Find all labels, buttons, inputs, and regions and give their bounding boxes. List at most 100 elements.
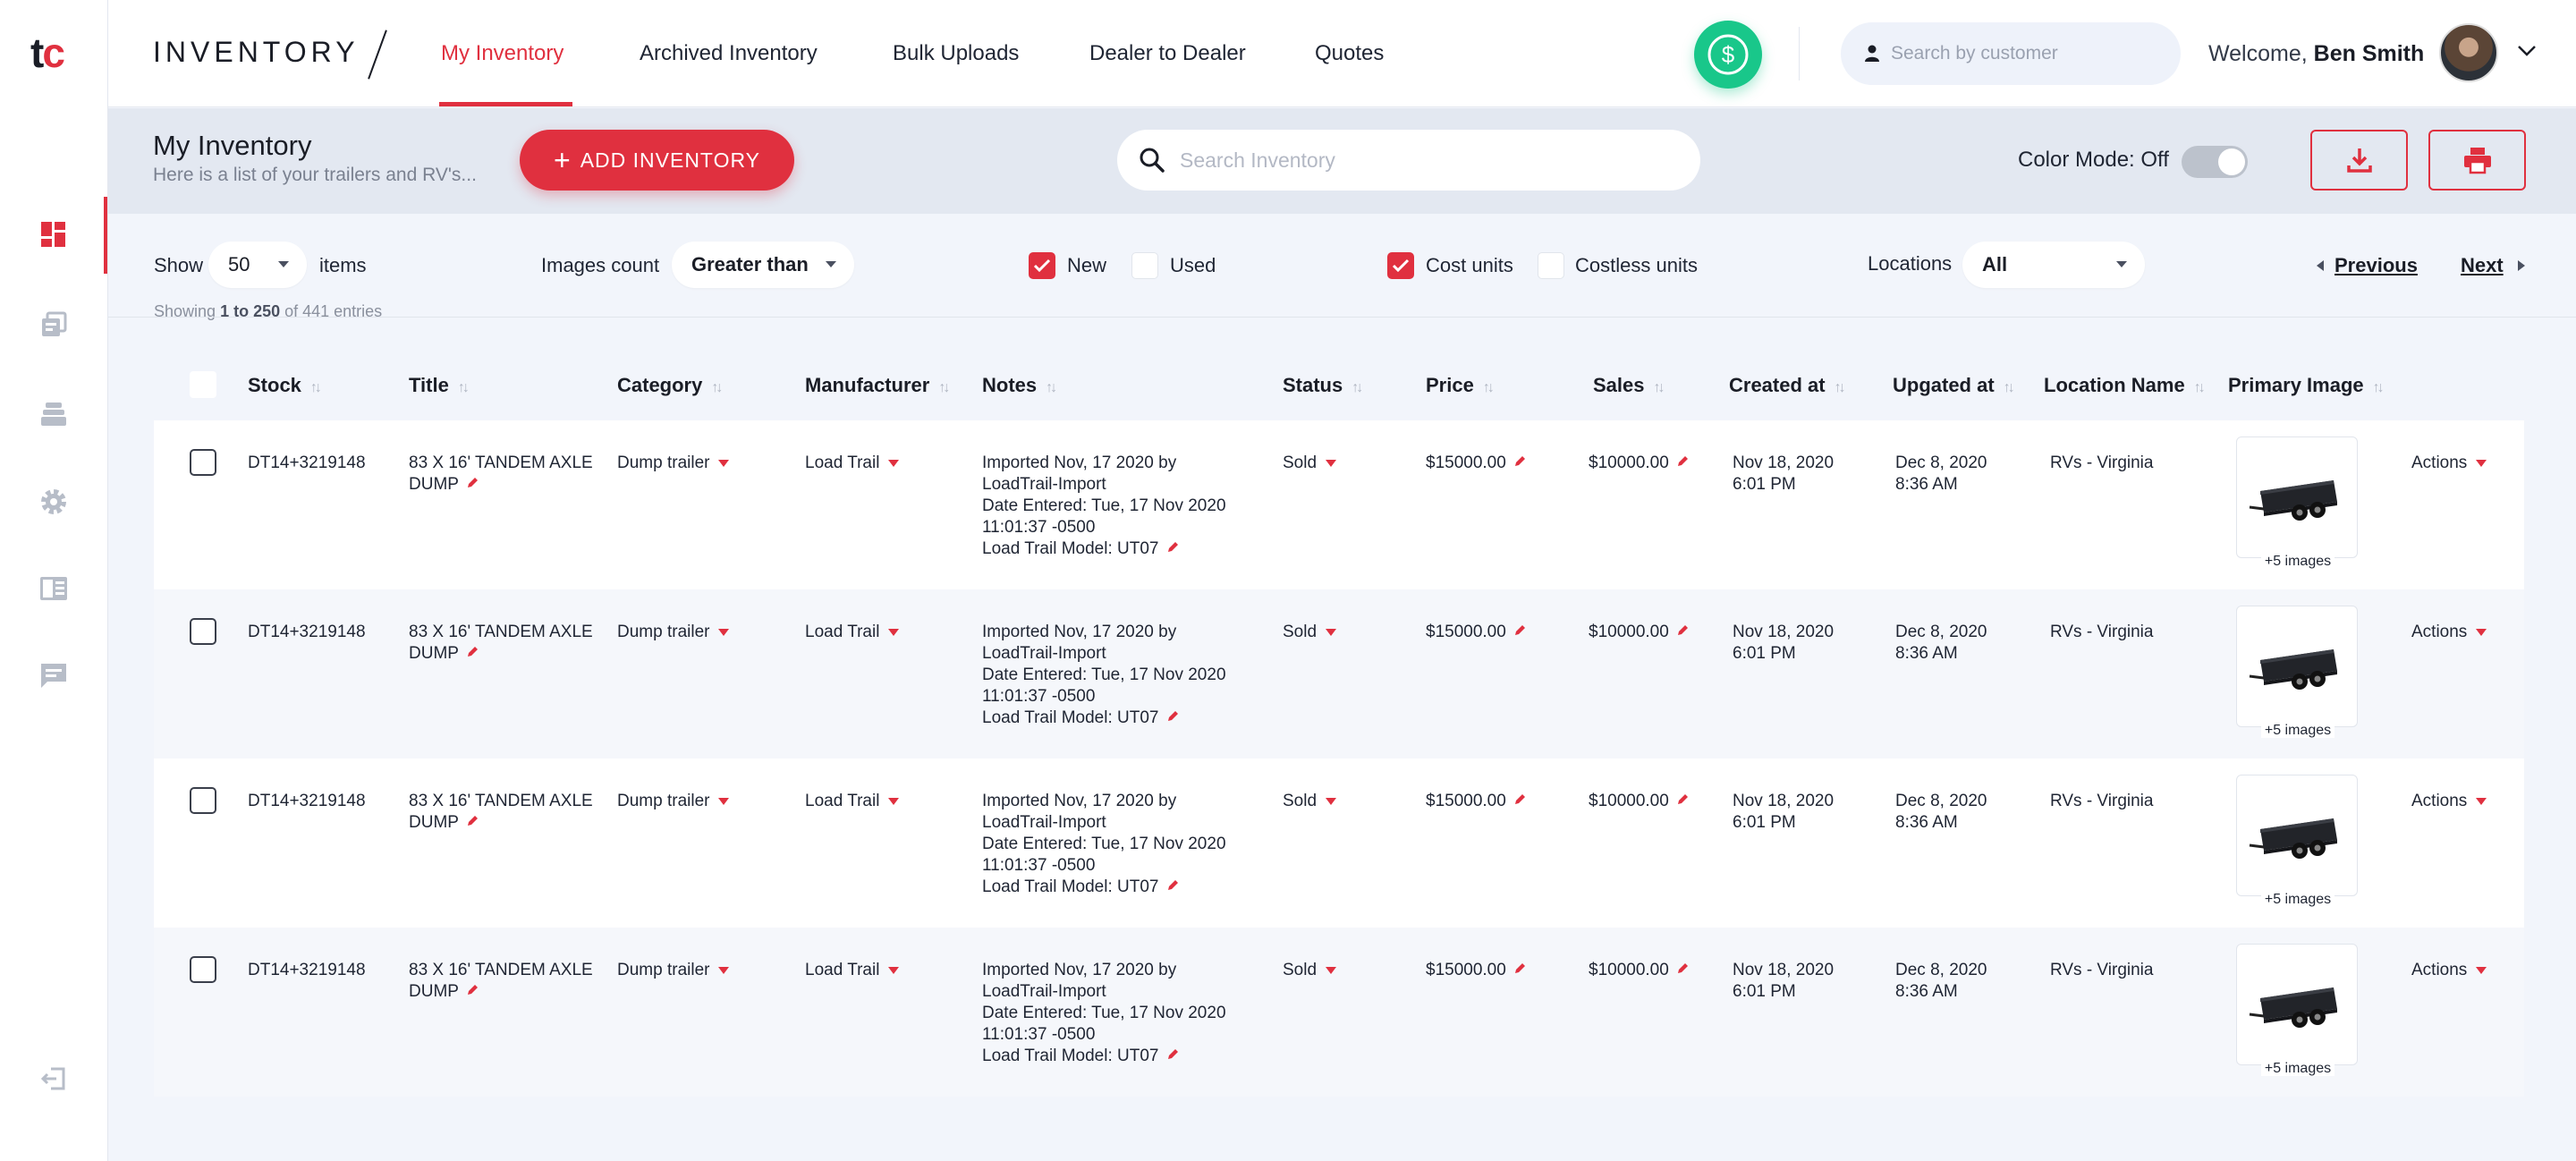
column-header-sales[interactable]: Sales ↑↓ bbox=[1593, 374, 1665, 397]
next-page-link[interactable]: Next bbox=[2461, 254, 2504, 277]
status-cell[interactable]: Sold bbox=[1283, 960, 1337, 981]
column-header-price[interactable]: Price ↑↓ bbox=[1426, 374, 1495, 397]
edit-pencil-icon[interactable] bbox=[1166, 1046, 1179, 1067]
column-header-primary-image[interactable]: Primary Image ↑↓ bbox=[2228, 374, 2385, 397]
column-header-created-at[interactable]: Created at ↑↓ bbox=[1729, 374, 1846, 397]
trailer-image bbox=[2249, 480, 2337, 521]
edit-pencil-icon[interactable] bbox=[1676, 453, 1689, 474]
edit-pencil-icon[interactable] bbox=[1166, 538, 1179, 560]
sidebar-active-indicator bbox=[104, 197, 107, 274]
used-checkbox[interactable] bbox=[1131, 252, 1158, 279]
cost-units-checkbox[interactable] bbox=[1387, 252, 1414, 279]
layers-icon[interactable] bbox=[36, 396, 72, 432]
tab-archived-inventory[interactable]: Archived Inventory bbox=[640, 41, 818, 66]
download-button[interactable] bbox=[2310, 130, 2408, 191]
column-header-location-name[interactable]: Location Name ↑↓ bbox=[2044, 374, 2206, 397]
column-header-stock[interactable]: Stock ↑↓ bbox=[248, 374, 322, 397]
category-cell[interactable]: Dump trailer bbox=[617, 453, 730, 474]
money-button[interactable]: $ bbox=[1694, 21, 1762, 89]
status-cell[interactable]: Sold bbox=[1283, 453, 1337, 474]
edit-pencil-icon[interactable] bbox=[1513, 622, 1526, 643]
tab-bulk-uploads[interactable]: Bulk Uploads bbox=[893, 41, 1019, 66]
actions-menu[interactable]: Actions bbox=[2411, 791, 2487, 812]
caret-down-icon bbox=[2476, 966, 2487, 974]
table-row[interactable]: DT14+3219148 83 X 16' TANDEM AXLE DUMP D… bbox=[154, 589, 2524, 758]
edit-pencil-icon[interactable] bbox=[1166, 708, 1179, 729]
column-header-title[interactable]: Title ↑↓ bbox=[409, 374, 470, 397]
chevron-down-icon[interactable] bbox=[2517, 45, 2537, 57]
settings-icon[interactable] bbox=[36, 484, 72, 520]
book-icon[interactable] bbox=[36, 571, 72, 606]
edit-pencil-icon[interactable] bbox=[1166, 877, 1179, 898]
edit-pencil-icon[interactable] bbox=[1676, 791, 1689, 812]
avatar[interactable] bbox=[2439, 23, 2498, 82]
items-per-page-select[interactable]: 50 bbox=[208, 242, 307, 288]
edit-pencil-icon[interactable] bbox=[466, 812, 479, 834]
brand-divider bbox=[368, 30, 387, 80]
column-header-category[interactable]: Category ↑↓ bbox=[617, 374, 723, 397]
tab-dealer-to-dealer[interactable]: Dealer to Dealer bbox=[1089, 41, 1246, 66]
actions-menu[interactable]: Actions bbox=[2411, 453, 2487, 474]
add-inventory-button[interactable]: + ADD INVENTORY bbox=[520, 130, 794, 191]
costless-units-checkbox[interactable] bbox=[1538, 252, 1564, 279]
filter-bar: Show 50 items Images count Greater than … bbox=[108, 214, 2576, 317]
previous-page-link[interactable]: Previous bbox=[2334, 254, 2418, 277]
table-row[interactable]: DT14+3219148 83 X 16' TANDEM AXLE DUMP D… bbox=[154, 758, 2524, 928]
column-header-status[interactable]: Status ↑↓ bbox=[1283, 374, 1363, 397]
locations-select[interactable]: All bbox=[1962, 242, 2145, 288]
sales-cell: $10000.00 bbox=[1589, 622, 1689, 643]
customer-search-input[interactable]: Search by customer bbox=[1841, 22, 2181, 85]
row-checkbox[interactable] bbox=[190, 449, 216, 476]
edit-pencil-icon[interactable] bbox=[466, 981, 479, 1003]
edit-pencil-icon[interactable] bbox=[466, 643, 479, 665]
dashboard-icon[interactable] bbox=[36, 216, 72, 252]
row-checkbox[interactable] bbox=[190, 956, 216, 983]
select-all-checkbox[interactable] bbox=[190, 371, 216, 398]
logout-icon[interactable] bbox=[36, 1061, 72, 1097]
new-checkbox[interactable] bbox=[1029, 252, 1055, 279]
locations-label: Locations bbox=[1868, 252, 1953, 275]
app-logo[interactable]: tc bbox=[30, 29, 65, 77]
print-button[interactable] bbox=[2428, 130, 2526, 191]
status-cell[interactable]: Sold bbox=[1283, 622, 1337, 643]
price-cell: $15000.00 bbox=[1426, 960, 1526, 981]
images-count-select[interactable]: Greater than bbox=[672, 242, 854, 288]
row-checkbox[interactable] bbox=[190, 618, 216, 645]
table-row[interactable]: DT14+3219148 83 X 16' TANDEM AXLE DUMP D… bbox=[154, 928, 2524, 1097]
svg-text:$: $ bbox=[1722, 41, 1735, 68]
edit-pencil-icon[interactable] bbox=[1513, 791, 1526, 812]
primary-image-thumbnail[interactable]: +5 images bbox=[2236, 944, 2358, 1076]
primary-image-thumbnail[interactable]: +5 images bbox=[2236, 436, 2358, 569]
manufacturer-cell[interactable]: Load Trail bbox=[805, 791, 900, 812]
manufacturer-cell[interactable]: Load Trail bbox=[805, 960, 900, 981]
primary-image-thumbnail[interactable]: +5 images bbox=[2236, 606, 2358, 738]
actions-menu[interactable]: Actions bbox=[2411, 960, 2487, 981]
table-row[interactable]: DT14+3219148 83 X 16' TANDEM AXLE DUMP D… bbox=[154, 420, 2524, 589]
edit-pencil-icon[interactable] bbox=[1513, 960, 1526, 981]
edit-pencil-icon[interactable] bbox=[466, 474, 479, 496]
manufacturer-cell[interactable]: Load Trail bbox=[805, 453, 900, 474]
tab-my-inventory[interactable]: My Inventory bbox=[441, 41, 564, 66]
category-cell[interactable]: Dump trailer bbox=[617, 791, 730, 812]
caret-down-icon bbox=[1326, 459, 1337, 467]
edit-pencil-icon[interactable] bbox=[1513, 453, 1526, 474]
column-header-manufacturer[interactable]: Manufacturer ↑↓ bbox=[805, 374, 950, 397]
column-header-notes[interactable]: Notes ↑↓ bbox=[982, 374, 1057, 397]
status-cell[interactable]: Sold bbox=[1283, 791, 1337, 812]
chat-icon[interactable] bbox=[36, 657, 72, 693]
category-cell[interactable]: Dump trailer bbox=[617, 622, 730, 643]
column-header-updated-at[interactable]: Upgated at ↑↓ bbox=[1893, 374, 2015, 397]
color-mode-toggle[interactable] bbox=[2182, 146, 2248, 178]
category-cell[interactable]: Dump trailer bbox=[617, 960, 730, 981]
check-icon bbox=[1033, 258, 1051, 273]
inventory-search-input[interactable]: Search Inventory bbox=[1117, 130, 1700, 191]
row-checkbox[interactable] bbox=[190, 787, 216, 814]
trailer-image bbox=[2249, 649, 2337, 690]
manufacturer-cell[interactable]: Load Trail bbox=[805, 622, 900, 643]
tab-quotes[interactable]: Quotes bbox=[1315, 41, 1384, 66]
inventory-icon[interactable] bbox=[36, 307, 72, 343]
edit-pencil-icon[interactable] bbox=[1676, 622, 1689, 643]
edit-pencil-icon[interactable] bbox=[1676, 960, 1689, 981]
actions-menu[interactable]: Actions bbox=[2411, 622, 2487, 643]
primary-image-thumbnail[interactable]: +5 images bbox=[2236, 775, 2358, 907]
